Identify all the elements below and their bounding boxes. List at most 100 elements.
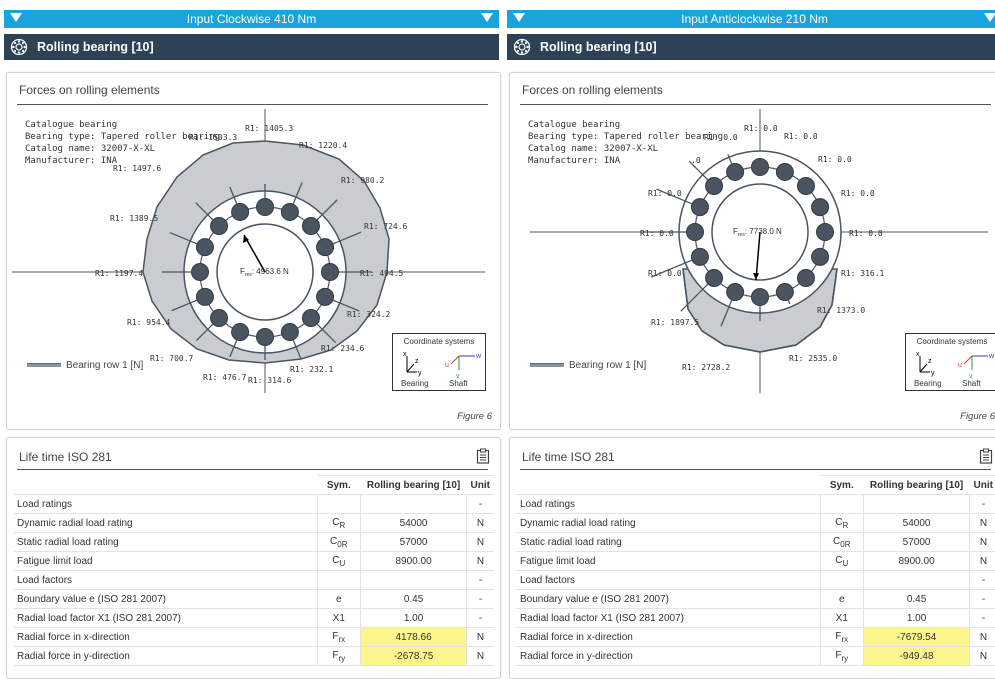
force-label: R1: 0.0 (849, 229, 883, 238)
col-header-unit: Unit (466, 475, 494, 495)
rolling-element (796, 268, 815, 287)
rolling-element (705, 177, 724, 196)
row-value: 1.00 (360, 608, 467, 628)
svg-text:x: x (916, 351, 920, 358)
force-label: R1: 1389.5 (110, 214, 158, 223)
force-label: R1: 0.0 (784, 132, 818, 141)
row-unit: - (466, 589, 494, 609)
force-label: R1: 234.6 (321, 344, 365, 353)
coord-bearing-label: Bearing (914, 379, 942, 388)
row-param: Radial load factor X1 (ISO 281 2007) (516, 608, 820, 628)
legend: Bearing row 1 [N] (27, 360, 143, 371)
row-unit: N (969, 513, 995, 533)
force-label: R1: 476.7 (203, 373, 247, 382)
section-bar[interactable]: Rolling bearing [10] (507, 34, 995, 60)
svg-text:x: x (403, 351, 407, 358)
row-symbol: C0R (819, 532, 864, 552)
row-value (863, 570, 970, 590)
row-param: Boundary value e (ISO 281 2007) (516, 589, 820, 609)
input-clockwise-header[interactable]: Input Clockwise 410 Nm (4, 10, 499, 28)
row-param: Fatigue limit load (516, 551, 820, 571)
rolling-element (811, 247, 830, 266)
row-unit: N (969, 627, 995, 647)
rolling-element (796, 177, 815, 196)
fres-value: 4963.6 N (256, 267, 289, 276)
row-symbol: e (316, 589, 361, 609)
rolling-element (726, 283, 745, 302)
bearing-icon (10, 38, 28, 59)
row-unit: - (969, 494, 995, 514)
table-row: Dynamic radial load rating CR 54000 N (516, 513, 995, 533)
svg-text:w: w (988, 353, 995, 360)
col-header-unit: Unit (969, 475, 995, 495)
row-symbol (819, 494, 864, 514)
col-header-sym: Sym. (820, 475, 864, 495)
lifetime-card: Life time ISO 281 Sym. Rolling bearing [… (509, 437, 995, 679)
force-label: R1: 980.2 (341, 176, 385, 185)
row-unit: - (969, 589, 995, 609)
force-label: R1: 700.7 (150, 354, 194, 363)
row-param: Radial force in x-direction (516, 627, 820, 647)
row-unit: - (969, 570, 995, 590)
row-param: Fatigue limit load (13, 551, 317, 571)
svg-text:y: y (418, 370, 422, 377)
force-label: R1: 2728.2 (682, 363, 730, 372)
force-label: R1: 324.2 (347, 310, 391, 319)
collapse-triangle-icon[interactable] (984, 13, 995, 22)
rolling-element (210, 308, 229, 327)
rolling-element (690, 198, 709, 217)
row-param: Radial load factor X1 (ISO 281 2007) (13, 608, 317, 628)
row-symbol: Fry (316, 646, 361, 666)
clipboard-icon[interactable] (476, 448, 490, 467)
clipboard-icon[interactable] (979, 448, 993, 467)
header-title: Input Clockwise 410 Nm (186, 12, 317, 26)
row-symbol (819, 570, 864, 590)
svg-text:u: u (445, 362, 449, 369)
rolling-element (195, 238, 214, 257)
row-param: Boundary value e (ISO 281 2007) (13, 589, 317, 609)
row-symbol: CU (316, 551, 361, 571)
row-param: Radial force in y-direction (13, 646, 317, 666)
figure-label: Figure 6 (960, 411, 995, 422)
lifetime-title: Life time ISO 281 (522, 450, 615, 464)
input-anticlockwise-header[interactable]: Input Anticlockwise 210 Nm (507, 10, 995, 28)
rolling-element (301, 217, 320, 236)
row-unit: N (466, 551, 494, 571)
rolling-element (280, 323, 299, 342)
row-param: Load ratings (516, 494, 820, 514)
coord-shaft-label: Shaft (962, 379, 981, 388)
force-label: R1: 494.5 (360, 269, 404, 278)
row-param: Radial force in y-direction (516, 646, 820, 666)
rolling-element (301, 308, 320, 327)
rolling-element (775, 162, 794, 181)
force-label: R1: 0.0 (744, 124, 778, 133)
table-row: Radial load factor X1 (ISO 281 2007) X1 1.… (516, 608, 995, 628)
row-param: Dynamic radial load rating (516, 513, 820, 533)
rolling-element (690, 247, 709, 266)
divider (17, 469, 488, 470)
row-value: 0.45 (360, 589, 467, 609)
coord-bearing-label: Bearing (401, 379, 429, 388)
row-unit: - (466, 608, 494, 628)
force-label: R1: 232.1 (290, 365, 334, 374)
row-unit: - (466, 494, 494, 514)
lifetime-card: Life time ISO 281 Sym. Rolling bearing [… (6, 437, 501, 679)
collapse-triangle-icon[interactable] (481, 13, 493, 22)
force-label: R1: 0.0 (648, 189, 682, 198)
col-header-param (516, 475, 820, 495)
coord-shaft-label: Shaft (449, 379, 468, 388)
force-label: R1: 1373.0 (817, 306, 865, 315)
panel-clockwise: Input Clockwise 410 Nm Rolling bearing [… (4, 0, 501, 679)
rolling-element (811, 198, 830, 217)
force-label: R1: 1405.3 (245, 124, 293, 133)
force-label: R1: 724.6 (364, 222, 408, 231)
section-bar[interactable]: Rolling bearing [10] (4, 34, 499, 60)
force-label: R1: 1220.4 (299, 141, 347, 150)
row-value (863, 494, 970, 514)
rolling-element (321, 263, 339, 281)
row-symbol: Frx (316, 627, 361, 647)
table-row: Radial force in y-direction Fry -949.48 N (516, 646, 995, 666)
force-label: R1: 0.0 (841, 189, 875, 198)
row-value: 4178.66 (360, 627, 467, 647)
bearing-info: Catalogue bearing Bearing type: Tapered r… (528, 120, 724, 166)
